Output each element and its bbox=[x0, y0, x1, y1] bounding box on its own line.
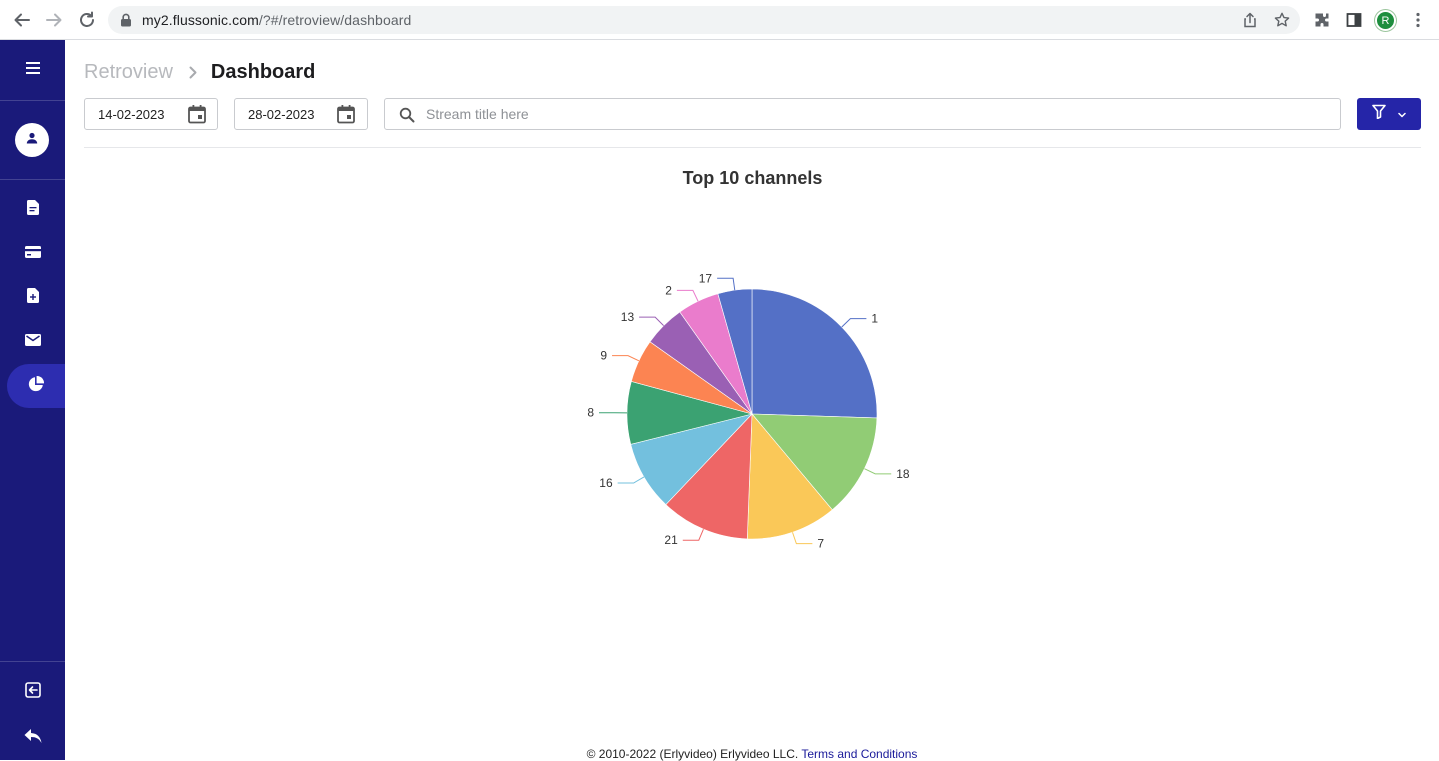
pie-label-21: 21 bbox=[664, 533, 678, 547]
pie-label-line-9 bbox=[612, 356, 639, 361]
pie-label-line-2 bbox=[677, 290, 698, 301]
pie-label-line-1 bbox=[842, 319, 867, 327]
pie-label-13: 13 bbox=[621, 310, 635, 324]
lock-icon[interactable] bbox=[116, 10, 136, 30]
pie-label-2: 2 bbox=[665, 283, 672, 297]
pie-label-line-17 bbox=[717, 278, 735, 290]
footer-copyright: © 2010-2022 (Erlyvideo) Erlyvideo LLC. bbox=[587, 747, 799, 761]
search-input[interactable] bbox=[426, 100, 1306, 128]
breadcrumb: Retroview Dashboard bbox=[84, 60, 315, 84]
pie-label-line-13 bbox=[639, 317, 663, 325]
chevron-down-icon bbox=[1398, 105, 1406, 123]
breadcrumb-parent-link[interactable]: Retroview bbox=[84, 61, 173, 84]
side-panel-icon[interactable] bbox=[1342, 8, 1366, 32]
pie-label-17: 17 bbox=[699, 271, 713, 285]
sidebar-item-new-file[interactable] bbox=[0, 276, 65, 320]
pie-label-18: 18 bbox=[896, 467, 910, 481]
menu-icon bbox=[26, 61, 40, 79]
pie-label-line-7 bbox=[792, 532, 812, 543]
sidebar-item-billing[interactable] bbox=[0, 232, 65, 276]
pie-chart: 1 18 7 21 16 8 9 13 2 17 bbox=[84, 150, 1421, 730]
pie-label-1: 1 bbox=[871, 312, 878, 326]
sidebar-item-retroview[interactable] bbox=[7, 364, 65, 408]
date-from-field[interactable]: 14-02-2023 bbox=[84, 98, 218, 130]
card-icon bbox=[25, 245, 41, 263]
chevron-right-icon bbox=[189, 66, 197, 79]
sidebar-item-documents[interactable] bbox=[0, 188, 65, 232]
sidebar-item-mail[interactable] bbox=[0, 320, 65, 364]
pie-label-9: 9 bbox=[600, 349, 607, 363]
pie-label-line-16 bbox=[618, 477, 644, 483]
search-icon bbox=[399, 107, 415, 123]
profile-avatar[interactable]: R bbox=[1375, 10, 1396, 31]
forward-icon[interactable] bbox=[42, 8, 66, 32]
sidebar bbox=[0, 40, 65, 760]
logout-icon bbox=[25, 682, 41, 703]
sidebar-divider bbox=[0, 100, 65, 101]
file-add-icon bbox=[27, 288, 39, 308]
reload-icon[interactable] bbox=[75, 8, 99, 32]
sidebar-item-collapse[interactable] bbox=[0, 670, 65, 714]
filter-icon bbox=[1372, 104, 1386, 124]
document-icon bbox=[27, 200, 39, 220]
date-to-field[interactable]: 28-02-2023 bbox=[234, 98, 368, 130]
sidebar-divider bbox=[0, 179, 65, 180]
mail-icon bbox=[25, 333, 41, 351]
date-from-value: 14-02-2023 bbox=[98, 107, 165, 122]
filter-dropdown-button[interactable] bbox=[1357, 98, 1421, 130]
browser-toolbar: my2.flussonic.com/?#/retroview/dashboard… bbox=[0, 0, 1439, 40]
pie-label-line-21 bbox=[683, 529, 704, 540]
address-bar[interactable]: my2.flussonic.com/?#/retroview/dashboard bbox=[108, 6, 1300, 34]
date-to-value: 28-02-2023 bbox=[248, 107, 315, 122]
back-icon[interactable] bbox=[10, 8, 34, 32]
url-host: my2.flussonic.com bbox=[142, 12, 259, 28]
top-channels-chart: Top 10 channels 118721168913217 bbox=[84, 150, 1421, 730]
extensions-icon[interactable] bbox=[1310, 8, 1334, 32]
url-text: my2.flussonic.com/?#/retroview/dashboard bbox=[142, 12, 411, 28]
reply-icon bbox=[24, 728, 42, 749]
user-icon bbox=[26, 131, 38, 149]
pie-label-7: 7 bbox=[817, 537, 824, 551]
pie-slice-1[interactable] bbox=[752, 289, 877, 418]
more-vert-icon[interactable] bbox=[1406, 8, 1430, 32]
footer: © 2010-2022 (Erlyvideo) Erlyvideo LLC. T… bbox=[0, 747, 1439, 761]
calendar-icon[interactable] bbox=[336, 104, 356, 124]
menu-button[interactable] bbox=[0, 48, 65, 92]
toolbar-divider bbox=[84, 147, 1421, 148]
pie-label-8: 8 bbox=[587, 406, 594, 420]
pie-label-16: 16 bbox=[599, 476, 613, 490]
page-title: Dashboard bbox=[211, 61, 315, 84]
calendar-icon[interactable] bbox=[187, 104, 207, 124]
pie-chart-icon bbox=[28, 376, 44, 397]
user-profile-button[interactable] bbox=[15, 123, 49, 157]
terms-link[interactable]: Terms and Conditions bbox=[801, 747, 917, 761]
search-field[interactable] bbox=[384, 98, 1341, 130]
share-icon[interactable] bbox=[1240, 10, 1260, 30]
sidebar-divider bbox=[0, 661, 65, 662]
url-path: /?#/retroview/dashboard bbox=[259, 12, 412, 28]
star-icon[interactable] bbox=[1272, 10, 1292, 30]
pie-label-line-18 bbox=[864, 469, 891, 474]
